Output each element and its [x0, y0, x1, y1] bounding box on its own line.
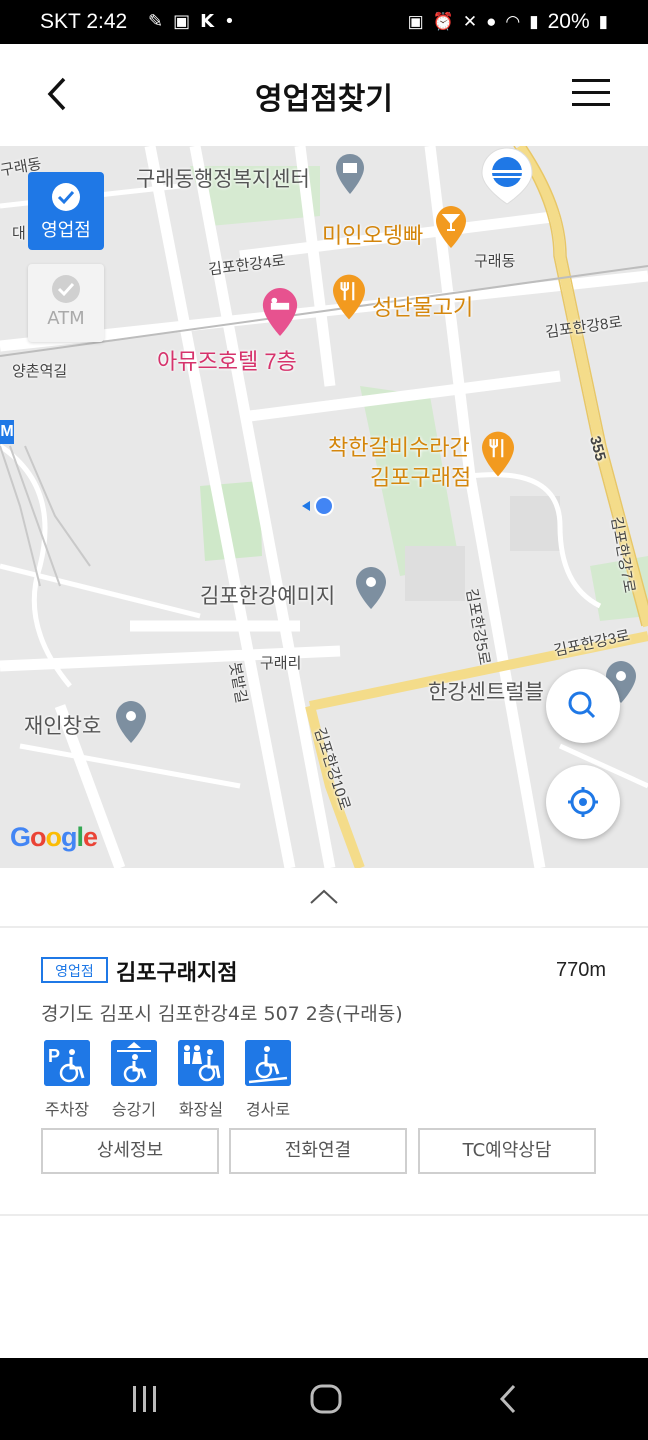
- dot-icon: •: [224, 11, 235, 32]
- mute-icon: ✕: [462, 12, 478, 31]
- facility-label: 승강기: [111, 1100, 157, 1119]
- status-bar: SKT 2:42 ✎ ▣ K • ▣ ⏰ ✕ ● ◠ ▮ 20% ▮: [0, 0, 648, 44]
- map-label-jaein: 재인창호: [24, 715, 102, 738]
- check-icon: [52, 183, 80, 211]
- search-button[interactable]: [546, 669, 620, 743]
- back-icon[interactable]: [496, 1383, 520, 1415]
- google-logo: Google: [10, 822, 98, 852]
- locate-me-icon: [568, 787, 598, 817]
- map-label-yemiji: 김포한강예미지: [200, 585, 336, 608]
- detail-info-button[interactable]: 상세정보: [41, 1128, 219, 1174]
- svg-text:P: P: [48, 1046, 60, 1066]
- divider: [0, 1214, 648, 1216]
- accessible-elevator-icon: [111, 1040, 157, 1086]
- filter-branch-label: 영업점: [41, 220, 91, 241]
- chevron-up-icon[interactable]: [308, 888, 340, 906]
- home-icon[interactable]: [309, 1383, 343, 1415]
- app-header: 영업점찾기: [0, 44, 648, 146]
- map-label-restaurant-fish: 성난물고기: [372, 295, 474, 320]
- location-icon: ●: [486, 12, 497, 31]
- alarm-icon: ⏰: [432, 12, 454, 31]
- map-label-galbi-1: 착한갈비수라간: [328, 435, 470, 460]
- map-label-welfare-center: 구래동행정복지센터: [136, 168, 310, 191]
- bar-pin-icon[interactable]: [436, 206, 466, 248]
- branch-address: 경기도 김포시 김포한강4로 507 2층(구래동): [41, 1003, 403, 1025]
- accessible-restroom-icon: [178, 1040, 224, 1086]
- filter-branch-toggle[interactable]: 영업점: [28, 172, 104, 250]
- galbi-restaurant-pin-icon[interactable]: [482, 431, 514, 477]
- battery-icon: ▮: [598, 12, 608, 31]
- current-location-button[interactable]: [546, 765, 620, 839]
- branch-name[interactable]: 김포구래지점: [116, 955, 237, 987]
- facility-label: 주차장: [44, 1100, 90, 1119]
- shop-pin-icon[interactable]: [116, 700, 146, 744]
- my-location-dot-icon: [302, 496, 334, 516]
- call-button[interactable]: 전화연결: [229, 1128, 407, 1174]
- map-label-galbi-2: 김포구래점: [370, 465, 472, 490]
- apartment-pin-icon[interactable]: [356, 566, 386, 610]
- map-label-gurae-ri: 구래리: [260, 655, 302, 672]
- k-app-icon: K: [200, 11, 215, 32]
- bank-branch-marker-icon[interactable]: [480, 146, 534, 206]
- map-view[interactable]: 구래동행정복지센터 미인오뎅빠 김포한강4로 구래동 성난물고기 김포한강8로 …: [0, 146, 648, 868]
- page-title: 영업점찾기: [255, 82, 393, 117]
- divider: [0, 926, 648, 928]
- branch-info-sheet: 영업점 김포구래지점 770m 경기도 김포시 김포한강4로 507 2층(구래…: [0, 868, 648, 1358]
- map-label-central: 한강센트럴블: [428, 681, 544, 704]
- filter-atm-label: ATM: [47, 308, 85, 329]
- filter-atm-toggle[interactable]: ATM: [28, 264, 104, 342]
- clock: 2:42: [86, 10, 128, 33]
- tc-reservation-button[interactable]: TC예약상담: [418, 1128, 596, 1174]
- wifi-icon: ◠: [505, 12, 521, 31]
- facility-label: 경사로: [245, 1100, 291, 1119]
- facility-label: 화장실: [178, 1100, 224, 1119]
- branch-type-badge: 영업점: [41, 957, 108, 983]
- hotel-pin-icon[interactable]: [262, 288, 298, 336]
- status-carrier-time: SKT 2:42: [40, 10, 127, 34]
- map-label-cafe: 미인오뎅빠: [322, 223, 424, 248]
- map-label-edge-dae: 대: [12, 225, 26, 242]
- work-profile-icon: ▣: [407, 12, 424, 31]
- map-label-guraedong: 구래동: [474, 253, 516, 270]
- government-pin-icon[interactable]: [336, 154, 364, 194]
- facility-parking: P 주차장: [37, 1040, 97, 1120]
- signal-icon: ▮: [529, 12, 539, 31]
- metro-station-icon[interactable]: M: [0, 420, 14, 444]
- hamburger-menu-icon[interactable]: [572, 78, 610, 108]
- restaurant-pin-icon[interactable]: [333, 274, 365, 320]
- facility-elevator: 승강기: [104, 1040, 164, 1120]
- carrier: SKT: [40, 10, 81, 33]
- check-icon: [52, 275, 80, 303]
- search-icon: [568, 691, 596, 719]
- accessible-ramp-icon: [245, 1040, 291, 1086]
- map-label-hotel: 아뮤즈호텔 7층: [157, 349, 297, 374]
- facility-restroom: 화장실: [171, 1040, 231, 1120]
- facility-ramp: 경사로: [238, 1040, 298, 1120]
- system-navigation-bar: [0, 1358, 648, 1440]
- branch-distance: 770m: [555, 959, 606, 981]
- battery-level: 20%: [547, 10, 590, 33]
- image-icon: ▣: [173, 11, 191, 32]
- recent-apps-icon[interactable]: [130, 1384, 160, 1414]
- map-label-yangchon: 양촌역길: [12, 363, 68, 380]
- link-icon: ✎: [148, 11, 164, 32]
- accessible-parking-icon: P: [44, 1040, 90, 1086]
